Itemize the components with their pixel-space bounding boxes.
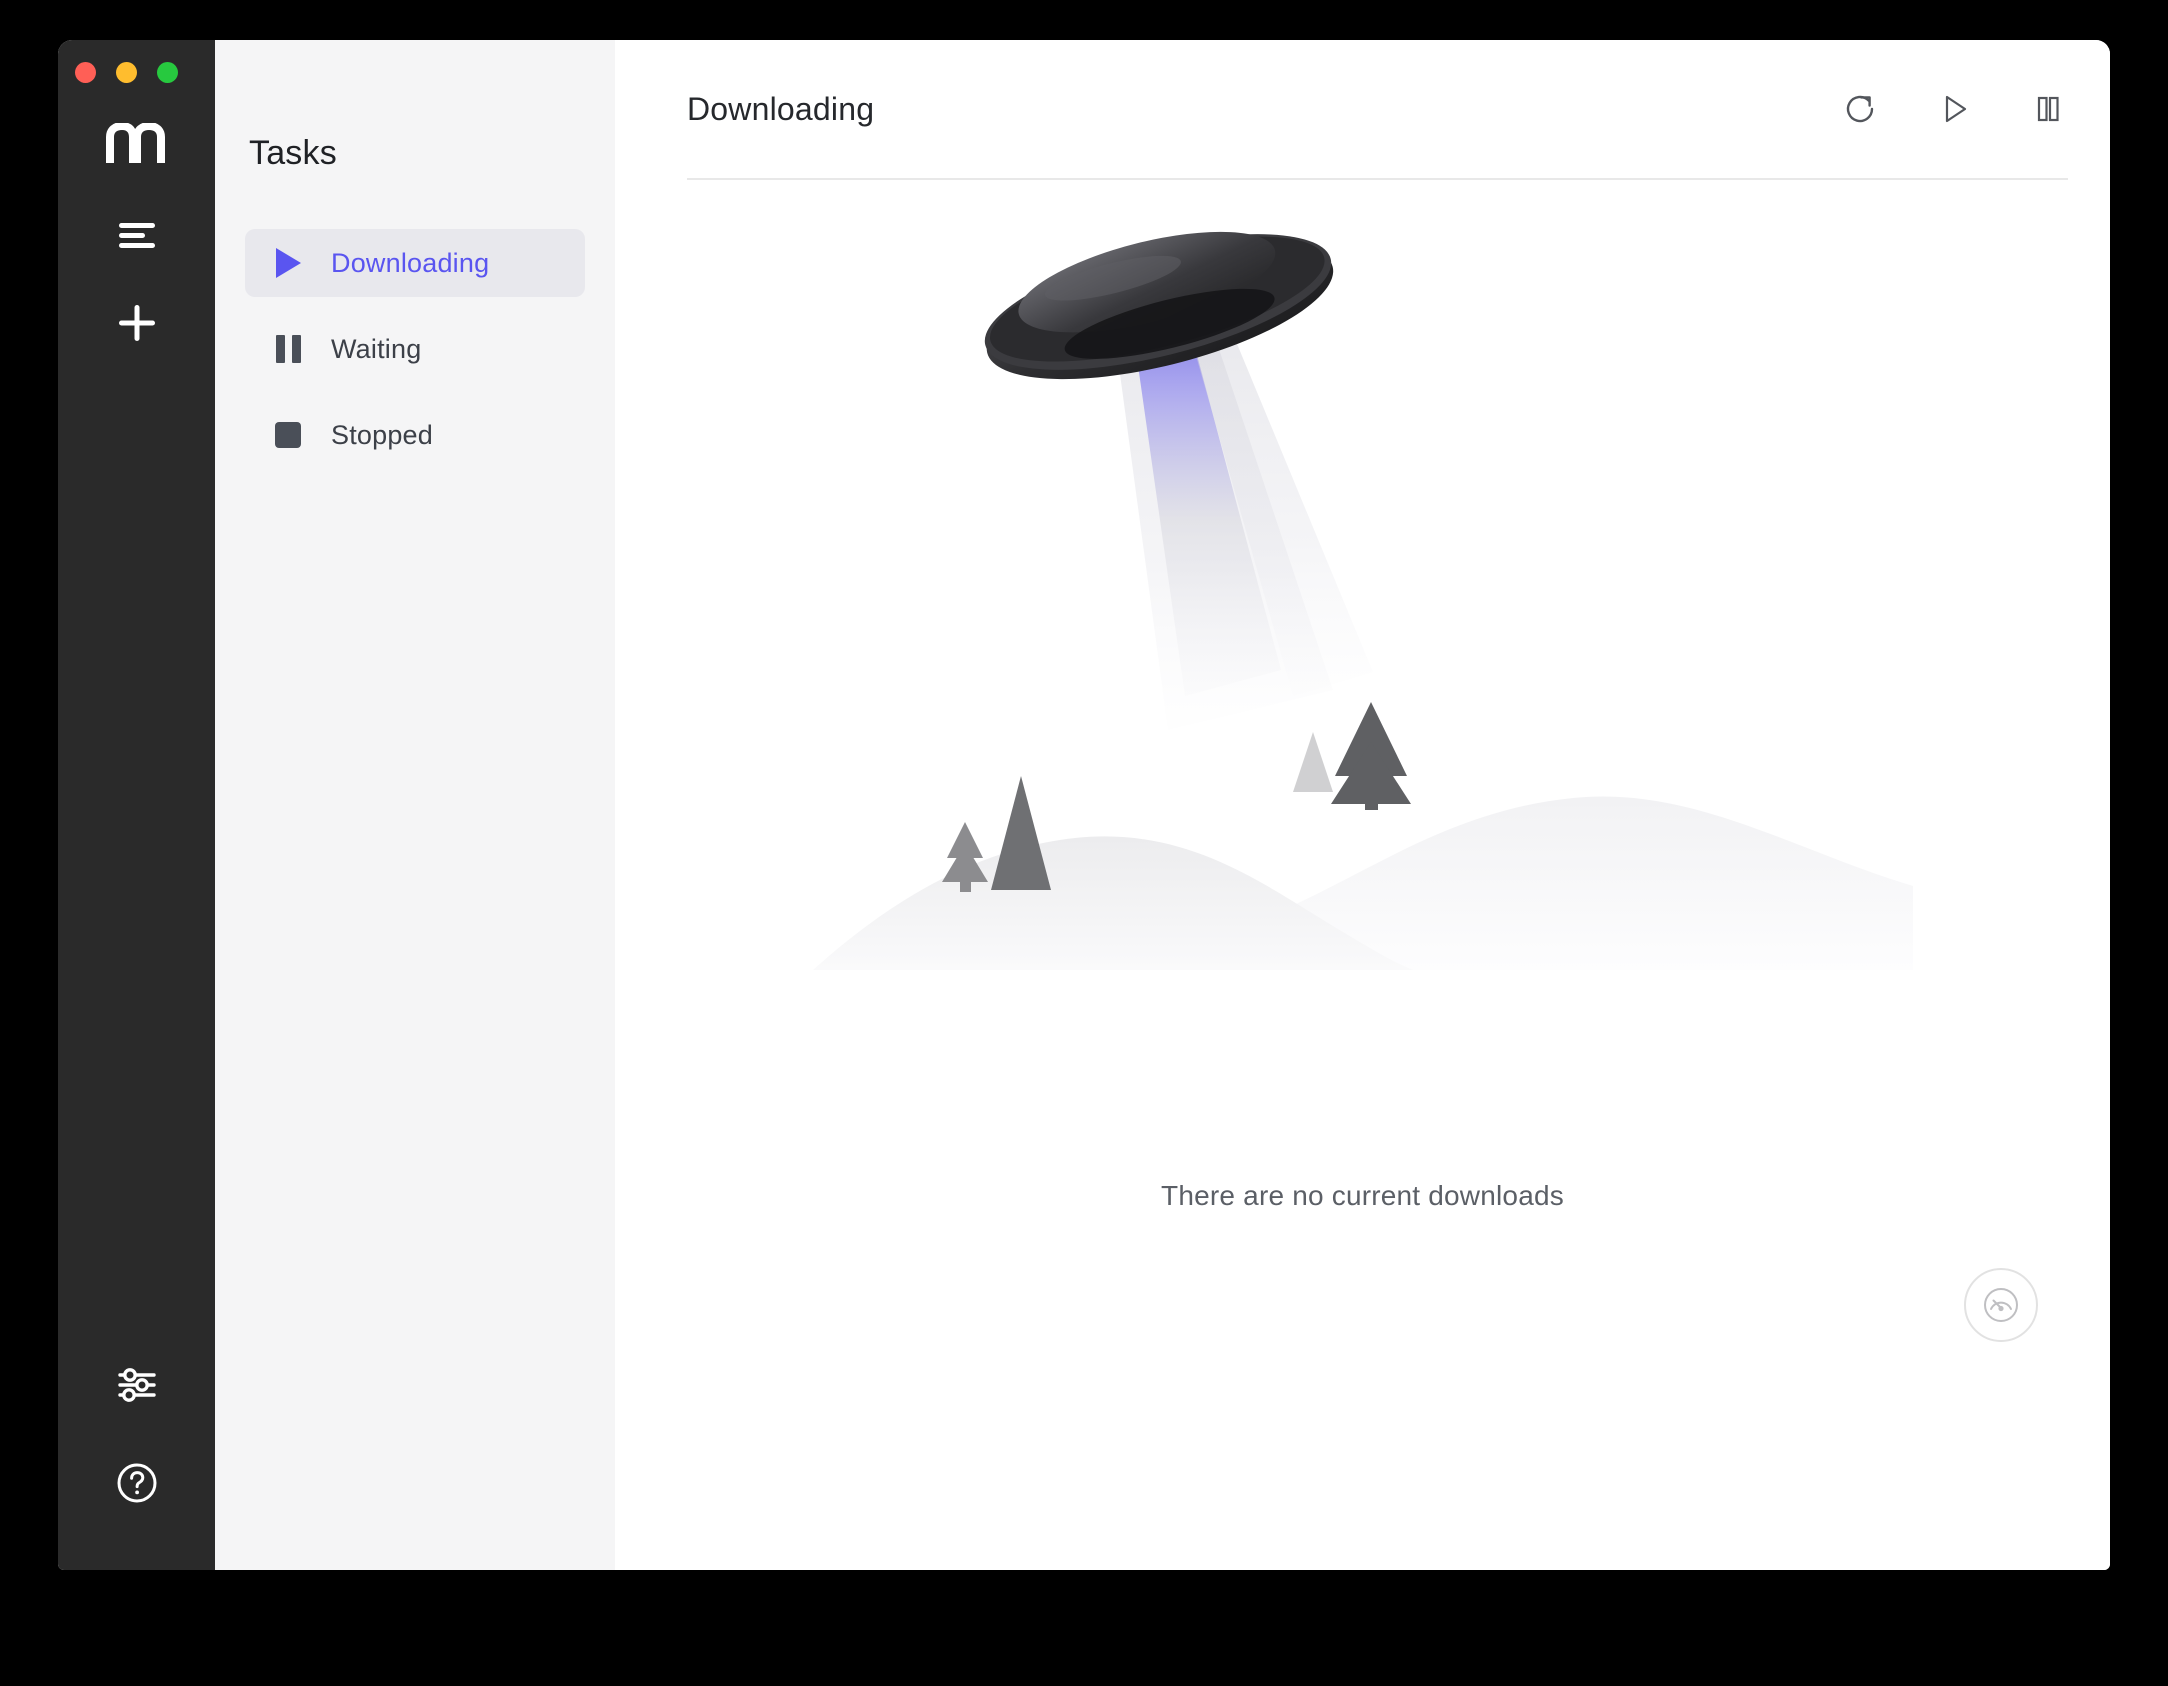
pause-icon xyxy=(273,334,303,364)
refresh-button[interactable] xyxy=(1838,87,1882,131)
speed-badge-button[interactable] xyxy=(1964,1268,2038,1342)
sidebar-item-waiting[interactable]: Waiting xyxy=(245,315,585,383)
tasks-panel-title: Tasks xyxy=(249,134,337,172)
preferences-button[interactable] xyxy=(106,1354,168,1416)
sidebar-item-label: Downloading xyxy=(331,247,490,278)
page-title: Downloading xyxy=(687,90,875,127)
pause-all-button[interactable] xyxy=(2026,87,2070,131)
tasks-panel: Tasks Downloading Waiting Stopped xyxy=(215,40,615,1570)
play-icon xyxy=(273,248,303,278)
empty-state: There are no current downloads xyxy=(615,180,2110,1430)
app-window: Tasks Downloading Waiting Stopped Downlo… xyxy=(58,40,2110,1570)
plus-icon xyxy=(117,303,157,348)
tasks-list: Downloading Waiting Stopped xyxy=(215,229,615,469)
play-icon xyxy=(1945,95,1967,123)
sidebar-item-label: Waiting xyxy=(331,333,422,364)
maximize-window-button[interactable] xyxy=(157,62,178,83)
list-icon xyxy=(118,220,156,255)
left-rail xyxy=(58,40,215,1570)
add-task-button[interactable] xyxy=(106,294,168,356)
empty-state-message: There are no current downloads xyxy=(1161,1180,1564,1211)
ufo-illustration xyxy=(812,210,1913,970)
sidebar-item-downloading[interactable]: Downloading xyxy=(245,229,585,297)
question-circle-icon xyxy=(117,1463,156,1503)
minimize-window-button[interactable] xyxy=(116,62,137,83)
task-list-button[interactable] xyxy=(106,206,168,268)
traffic-lights xyxy=(75,62,178,83)
sliders-icon xyxy=(117,1368,156,1402)
pause-icon xyxy=(2037,96,2059,122)
close-window-button[interactable] xyxy=(75,62,96,83)
sidebar-item-stopped[interactable]: Stopped xyxy=(245,401,585,469)
speedometer-icon xyxy=(1984,1288,2018,1322)
app-logo xyxy=(105,122,168,164)
refresh-icon xyxy=(1846,95,1874,123)
header-actions xyxy=(1838,87,2070,131)
stop-icon xyxy=(273,420,303,450)
help-button[interactable] xyxy=(106,1452,168,1514)
resume-all-button[interactable] xyxy=(1932,87,1976,131)
sidebar-item-label: Stopped xyxy=(331,419,433,450)
main-header: Downloading xyxy=(615,40,2110,178)
main-content: Downloading There are no current downloa… xyxy=(615,40,2110,1570)
